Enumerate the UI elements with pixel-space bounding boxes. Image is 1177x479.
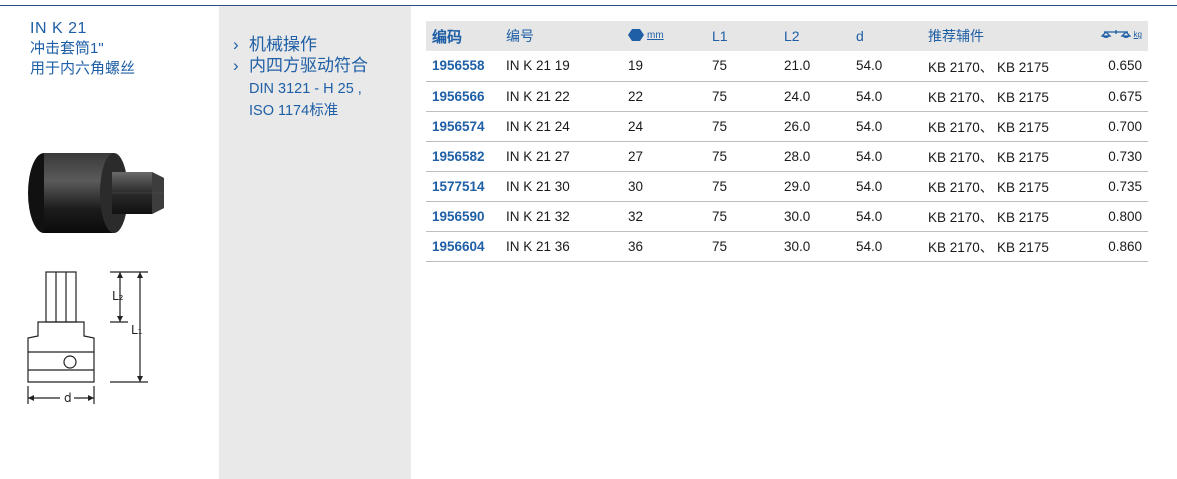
table-row: 1956566 IN K 21 22 22 75 24.0 54.0 KB 2170、 KB… [426, 81, 1148, 111]
cell-d: 54.0 [856, 88, 883, 104]
cell-hex-size: 30 [628, 178, 644, 194]
table-header-row: 编码 编号 mm L1 L2 d 推荐辅件 kg [426, 21, 1148, 51]
product-name-line1: 冲击套筒1" [30, 40, 104, 57]
cell-accessories: KB 2170、 KB 2175 [928, 180, 1049, 195]
feature-item-2: › 内四方驱动符合 [233, 55, 368, 77]
product-code: IN K 21 [30, 20, 87, 37]
header-weight: kg [1072, 21, 1148, 51]
table-row: 1956574 IN K 21 24 24 75 26.0 54.0 KB 2170、 KB… [426, 111, 1148, 141]
cell-accessories: KB 2170、 KB 2175 [928, 90, 1049, 105]
cell-weight: 0.700 [1108, 118, 1142, 134]
cell-l2: 26.0 [784, 118, 811, 134]
hexagon-icon [628, 29, 644, 41]
cell-l2: 28.0 [784, 148, 811, 164]
header-l2: L2 [784, 28, 800, 44]
cell-weight: 0.800 [1108, 208, 1142, 224]
cell-l1: 75 [712, 58, 728, 74]
cell-weight: 0.730 [1108, 148, 1142, 164]
scale-icon [1100, 29, 1131, 38]
header-l1: L1 [712, 28, 728, 44]
cell-d: 54.0 [856, 208, 883, 224]
cell-number: IN K 21 32 [506, 208, 570, 224]
hex-size-unit: mm [647, 29, 664, 41]
cell-number: IN K 21 27 [506, 148, 570, 164]
cell-number: IN K 21 36 [506, 238, 570, 254]
cell-l2: 24.0 [784, 88, 811, 104]
table-row: 1956582 IN K 21 27 27 75 28.0 54.0 KB 2170、 KB… [426, 141, 1148, 171]
table-body: 1956558 IN K 21 19 19 75 21.0 54.0 KB 2170、 KB… [426, 51, 1148, 261]
cell-accessories: KB 2170、 KB 2175 [928, 59, 1049, 75]
cell-l1: 75 [712, 178, 728, 194]
cell-hex-size: 32 [628, 208, 644, 224]
header-accessories: 推荐辅件 [928, 28, 984, 44]
cell-hex-size: 24 [628, 118, 644, 134]
cell-d: 54.0 [856, 118, 883, 134]
header-d: d [856, 28, 864, 44]
cell-weight: 0.860 [1108, 238, 1142, 254]
standard-line-1: DIN 3121 - H 25 , [249, 81, 362, 97]
chevron-right-icon: › [233, 56, 239, 75]
cell-l1: 75 [712, 148, 728, 164]
cell-l1: 75 [712, 238, 728, 254]
cell-code: 1956590 [432, 208, 485, 224]
chevron-right-icon: › [233, 35, 239, 54]
product-name-line2: 用于内六角螺丝 [30, 60, 136, 77]
cell-hex-size: 27 [628, 148, 644, 164]
cell-accessories: KB 2170、 KB 2175 [928, 210, 1049, 225]
cell-number: IN K 21 22 [506, 88, 570, 104]
header-code: 编码 [432, 28, 463, 46]
cell-weight: 0.675 [1108, 88, 1142, 104]
cell-l1: 75 [712, 118, 728, 134]
cell-l2: 30.0 [784, 208, 811, 224]
cell-hex-size: 19 [628, 58, 644, 74]
header-hex-size: mm [622, 21, 706, 51]
cell-accessories: KB 2170、 KB 2175 [928, 120, 1049, 135]
label-l2: L₂ [112, 289, 124, 303]
cell-accessories: KB 2170、 KB 2175 [928, 240, 1049, 255]
label-d: d [64, 391, 72, 405]
cell-l2: 30.0 [784, 238, 811, 254]
cell-code: 1956566 [432, 88, 485, 104]
cell-weight: 0.735 [1108, 178, 1142, 194]
feature-item-1-label: 机械操作 [249, 35, 317, 54]
cell-l2: 29.0 [784, 178, 811, 194]
feature-item-2-label: 内四方驱动符合 [249, 56, 368, 75]
table-row: 1956590 IN K 21 32 32 75 30.0 54.0 KB 2170、 KB… [426, 201, 1148, 231]
cell-code: 1956604 [432, 238, 485, 254]
cell-code: 1577514 [432, 178, 485, 194]
impact-socket-photo [28, 153, 164, 233]
cell-code: 1956582 [432, 148, 485, 164]
cell-l2: 21.0 [784, 58, 811, 74]
standard-line-2: ISO 1174标准 [249, 103, 339, 119]
header-number: 编号 [506, 28, 534, 44]
cell-number: IN K 21 30 [506, 178, 570, 194]
table-row: 1956604 IN K 21 36 36 75 30.0 54.0 KB 2170、 KB… [426, 231, 1148, 261]
cell-l1: 75 [712, 208, 728, 224]
product-table-wrapper: 编码 编号 mm L1 L2 d 推荐辅件 kg 1956558 IN K 21… [426, 21, 1148, 262]
cell-hex-size: 22 [628, 88, 644, 104]
cell-weight: 0.650 [1108, 58, 1142, 74]
table-row: 1577514 IN K 21 30 30 75 29.0 54.0 KB 2170、 KB… [426, 171, 1148, 201]
weight-unit: kg [1133, 30, 1142, 39]
cell-d: 54.0 [856, 148, 883, 164]
product-info-panel: IN K 21 冲击套筒1" 用于内六角螺丝 L₂ L₁ d [0, 6, 219, 479]
cell-hex-size: 36 [628, 238, 644, 254]
label-l1: L₁ [131, 323, 143, 337]
cell-d: 54.0 [856, 238, 883, 254]
product-name: 冲击套筒1" 用于内六角螺丝 [30, 39, 135, 79]
cell-number: IN K 21 24 [506, 118, 570, 134]
cell-number: IN K 21 19 [506, 58, 570, 74]
feature-item-1: › 机械操作 [233, 34, 317, 56]
cell-accessories: KB 2170、 KB 2175 [928, 150, 1049, 165]
cell-d: 54.0 [856, 58, 883, 74]
cell-d: 54.0 [856, 178, 883, 194]
table-row: 1956558 IN K 21 19 19 75 21.0 54.0 KB 2170、 KB… [426, 51, 1148, 81]
cell-code: 1956558 [432, 58, 485, 74]
dimension-drawing: L₂ L₁ d [27, 271, 148, 405]
cell-code: 1956574 [432, 118, 485, 134]
cell-l1: 75 [712, 88, 728, 104]
product-table: 编码 编号 mm L1 L2 d 推荐辅件 kg 1956558 IN K 21… [426, 21, 1148, 262]
features-panel: › 机械操作 › 内四方驱动符合 DIN 3121 - H 25 , ISO 117… [219, 6, 411, 479]
